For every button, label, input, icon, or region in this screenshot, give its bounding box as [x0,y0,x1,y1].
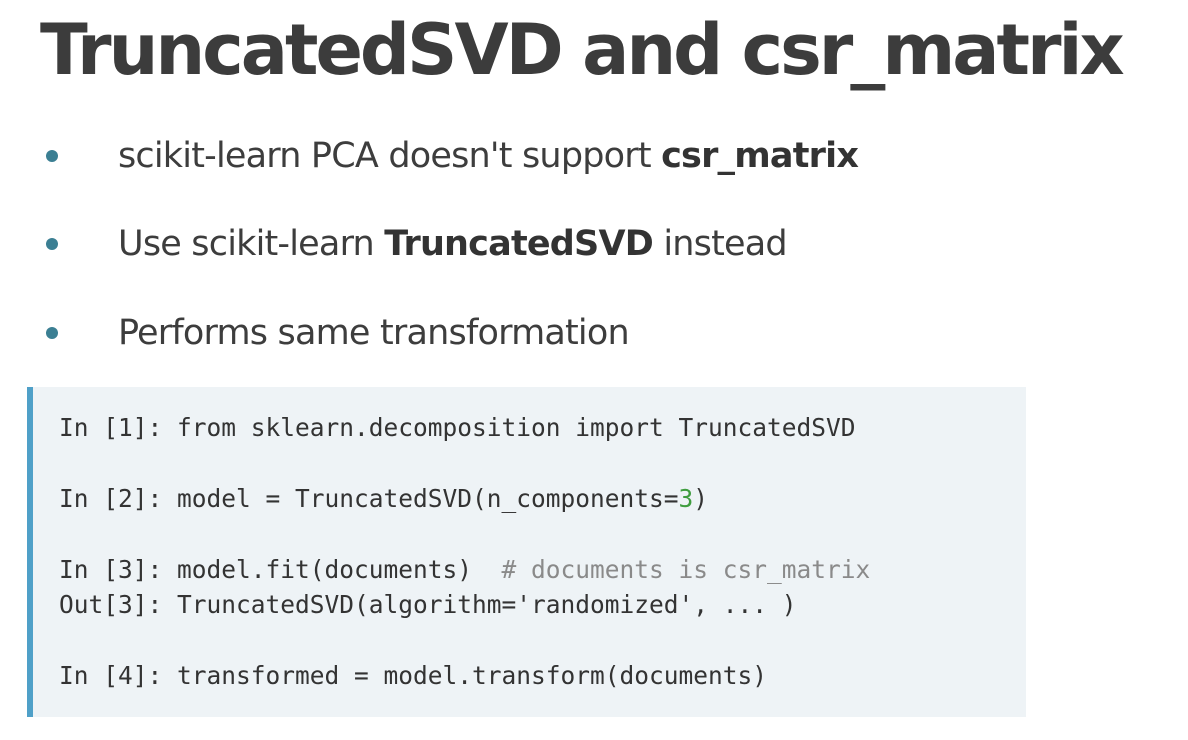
bullet-item: scikit-learn PCA doesn't support csr_mat… [46,126,859,186]
code-text: model = TruncatedSVD(n_components= [177,484,679,513]
code-line: In [3]: model.fit(documents) # documents… [59,555,870,585]
bullet-item: Use scikit-learn TruncatedSVD instead [46,214,788,274]
code-prompt: Out[3]: [59,590,178,619]
code-text: model.fit(documents) [177,555,502,584]
code-text: transformed = model.transform(documents) [177,661,768,690]
slide: TruncatedSVD and csr_matrix scikit-learn… [0,0,1188,740]
code-number-literal: 3 [678,484,694,513]
code-comment: # documents is csr_matrix [501,555,871,584]
code-text: from sklearn.decomposition import Trunca… [177,413,856,442]
code-output-line: Out[3]: TruncatedSVD(algorithm='randomiz… [59,590,797,620]
bullet-dot-icon [46,327,58,339]
code-block: In [1]: from sklearn.decomposition impor… [27,387,1026,717]
code-prompt: In [1]: [59,413,178,442]
bullet-text: Use scikit-learn TruncatedSVD instead [118,224,788,264]
bullet-item: Performs same transformation [46,303,630,363]
code-prompt: In [4]: [59,661,178,690]
bullet-text-plain: Use scikit-learn [118,224,385,264]
code-prompt: In [2]: [59,484,178,513]
code-text: ) [693,484,709,513]
bullet-text-plain: Performs same transformation [118,313,630,353]
bullet-text-bold: TruncatedSVD [384,224,654,264]
code-prompt: In [3]: [59,555,178,584]
bullet-text-bold: csr_matrix [661,136,859,176]
code-line: In [1]: from sklearn.decomposition impor… [59,413,856,443]
bullet-text: Performs same transformation [118,313,630,353]
code-line: In [2]: model = TruncatedSVD(n_component… [59,484,708,514]
slide-title: TruncatedSVD and csr_matrix [40,9,1125,91]
bullet-dot-icon [46,238,58,250]
bullet-text-plain: instead [653,224,787,264]
code-text: TruncatedSVD(algorithm='randomized', ...… [177,590,797,619]
bullet-text-plain: scikit-learn PCA doesn't support [118,136,662,176]
bullet-dot-icon [46,150,58,162]
bullet-text: scikit-learn PCA doesn't support csr_mat… [118,136,859,176]
code-line: In [4]: transformed = model.transform(do… [59,661,767,691]
